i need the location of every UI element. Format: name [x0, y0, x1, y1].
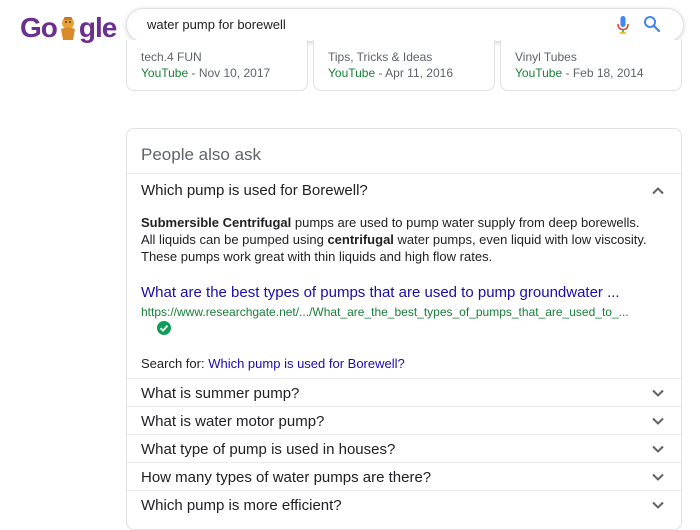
paa-answer: Submersible Centrifugal pumps are used t… [141, 214, 651, 265]
answer-bold-1: Submersible Centrifugal [141, 215, 292, 230]
check-circle-icon [157, 321, 171, 335]
video-meta: YouTube - Nov 10, 2017 [141, 66, 270, 80]
chevron-down-icon[interactable] [651, 414, 665, 428]
paa-question-text: Which pump is more efficient? [141, 497, 342, 514]
video-channel: Vinyl Tubes [515, 50, 577, 64]
video-date: - Feb 18, 2014 [562, 66, 644, 80]
paa-expanded-item: Which pump is used for Borewell? Submers… [127, 173, 681, 379]
logo-letter-o: o [40, 12, 58, 43]
logo-letters-gle: gle [78, 12, 117, 43]
video-date: - Apr 11, 2016 [375, 66, 453, 80]
video-source: YouTube [141, 66, 189, 80]
search-for-label: Search for: [141, 356, 209, 371]
search-input[interactable]: water pump for borewell [147, 17, 286, 32]
paa-question-text: What is water motor pump? [141, 413, 325, 430]
paa-question-text: What type of pump is used in houses? [141, 441, 396, 458]
chevron-down-icon[interactable] [651, 470, 665, 484]
doodle-figure-icon [60, 17, 75, 40]
paa-question[interactable]: Which pump is more efficient? [127, 490, 681, 519]
paa-question-expanded[interactable]: Which pump is used for Borewell? [141, 182, 368, 199]
video-meta: YouTube - Feb 18, 2014 [515, 66, 644, 80]
chevron-down-icon[interactable] [651, 442, 665, 456]
paa-question-text: What is summer pump? [141, 385, 300, 402]
paa-question[interactable]: What is water motor pump? [127, 406, 681, 435]
google-doodle-logo[interactable]: Go gle [20, 12, 117, 44]
video-source: YouTube [515, 66, 563, 80]
search-icon[interactable] [643, 15, 661, 33]
video-card[interactable]: tech.4 FUN YouTube - Nov 10, 2017 [126, 40, 308, 91]
video-source: YouTube [328, 66, 376, 80]
video-channel: Tips, Tricks & Ideas [328, 50, 433, 64]
answer-bold-2: centrifugal [327, 232, 394, 247]
video-channel: tech.4 FUN [141, 50, 202, 64]
source-url[interactable]: https://www.researchgate.net/.../What_ar… [141, 305, 629, 319]
chevron-down-icon[interactable] [651, 386, 665, 400]
microphone-icon[interactable] [617, 16, 629, 34]
search-for: Search for: Which pump is used for Borew… [141, 356, 405, 371]
paa-question[interactable]: How many types of water pumps are there? [127, 462, 681, 491]
paa-title: People also ask [141, 145, 262, 164]
video-card[interactable]: Vinyl Tubes YouTube - Feb 18, 2014 [500, 40, 682, 91]
logo-letter-g: G [20, 12, 42, 43]
chevron-up-icon[interactable] [651, 184, 665, 198]
video-date: - Nov 10, 2017 [188, 66, 271, 80]
search-for-link[interactable]: Which pump is used for Borewell? [208, 356, 405, 371]
paa-question[interactable]: What type of pump is used in houses? [127, 434, 681, 463]
chevron-down-icon[interactable] [651, 498, 665, 512]
video-meta: YouTube - Apr 11, 2016 [328, 66, 453, 80]
paa-question-text: How many types of water pumps are there? [141, 469, 432, 486]
paa-question[interactable]: What is summer pump? [127, 378, 681, 407]
people-also-ask-panel: People also ask Which pump is used for B… [126, 128, 682, 530]
search-box[interactable]: water pump for borewell [126, 8, 684, 42]
video-card[interactable]: Tips, Tricks & Ideas YouTube - Apr 11, 2… [313, 40, 495, 91]
source-link-title[interactable]: What are the best types of pumps that ar… [141, 284, 620, 301]
